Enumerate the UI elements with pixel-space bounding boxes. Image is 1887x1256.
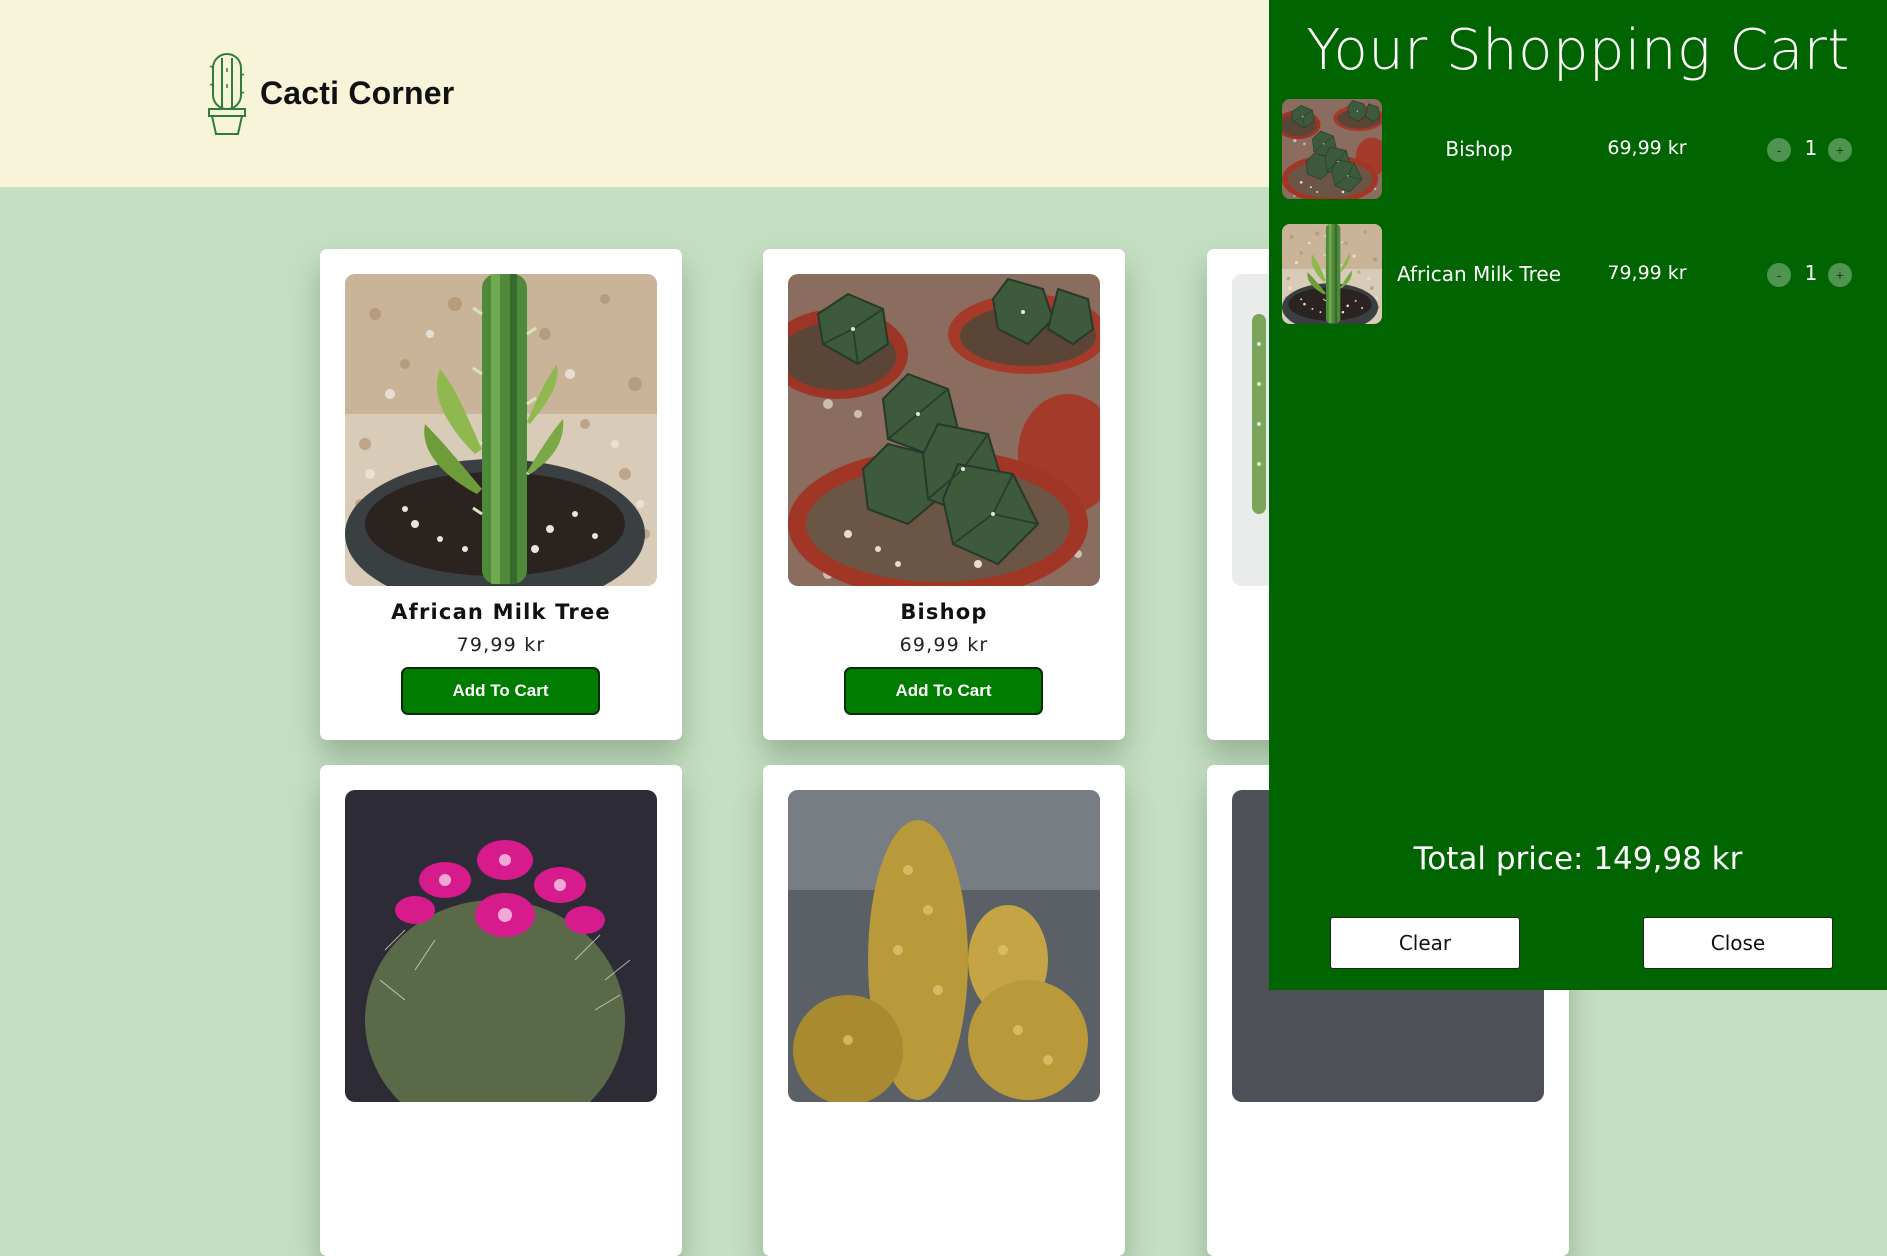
product-price: 69,99 kr (899, 634, 989, 656)
clear-cart-button[interactable]: Clear (1330, 917, 1520, 969)
decrease-quantity-button[interactable]: - (1767, 263, 1791, 287)
close-cart-button[interactable]: Close (1643, 917, 1833, 969)
add-to-cart-button[interactable]: Add To Cart (401, 667, 600, 715)
product-card-bishop: Bishop 69,99 kr Add To Cart (763, 249, 1125, 740)
increase-quantity-button[interactable]: + (1828, 138, 1852, 162)
cart-item-quantity: 1 (1804, 136, 1818, 160)
cart-item-quantity: 1 (1804, 261, 1818, 285)
product-card (320, 765, 682, 1256)
increase-quantity-button[interactable]: + (1828, 263, 1852, 287)
add-to-cart-button[interactable]: Add To Cart (844, 667, 1043, 715)
cart-item-name: Bishop (1445, 137, 1513, 161)
product-price: 79,99 kr (456, 634, 546, 656)
product-card-african-milk-tree: African Milk Tree 79,99 kr Add To Cart (320, 249, 682, 740)
cart-item-thumbnail (1282, 224, 1382, 324)
product-image[interactable] (788, 790, 1100, 1102)
product-name: African Milk Tree (391, 600, 611, 624)
cart-item-name: African Milk Tree (1396, 262, 1562, 286)
shopping-cart-panel: Your Shopping Cart Bishop 69,99 kr - 1 +… (1269, 0, 1887, 990)
cart-item-price: 79,99 kr (1607, 262, 1687, 284)
cart-title: Your Shopping Cart (1306, 18, 1850, 83)
cart-item-thumbnail (1282, 99, 1382, 199)
cart-item-price: 69,99 kr (1607, 137, 1687, 159)
cart-item: Bishop 69,99 kr - 1 + (1282, 99, 1882, 199)
decrease-quantity-button[interactable]: - (1767, 138, 1791, 162)
cart-item: African Milk Tree 79,99 kr - 1 + (1282, 224, 1882, 324)
product-image[interactable] (788, 274, 1100, 586)
product-image[interactable] (345, 790, 657, 1102)
cart-total-price: Total price: 149,98 kr (1413, 841, 1743, 877)
product-name: Bishop (900, 600, 988, 624)
product-image[interactable] (345, 274, 657, 586)
product-card (763, 765, 1125, 1256)
